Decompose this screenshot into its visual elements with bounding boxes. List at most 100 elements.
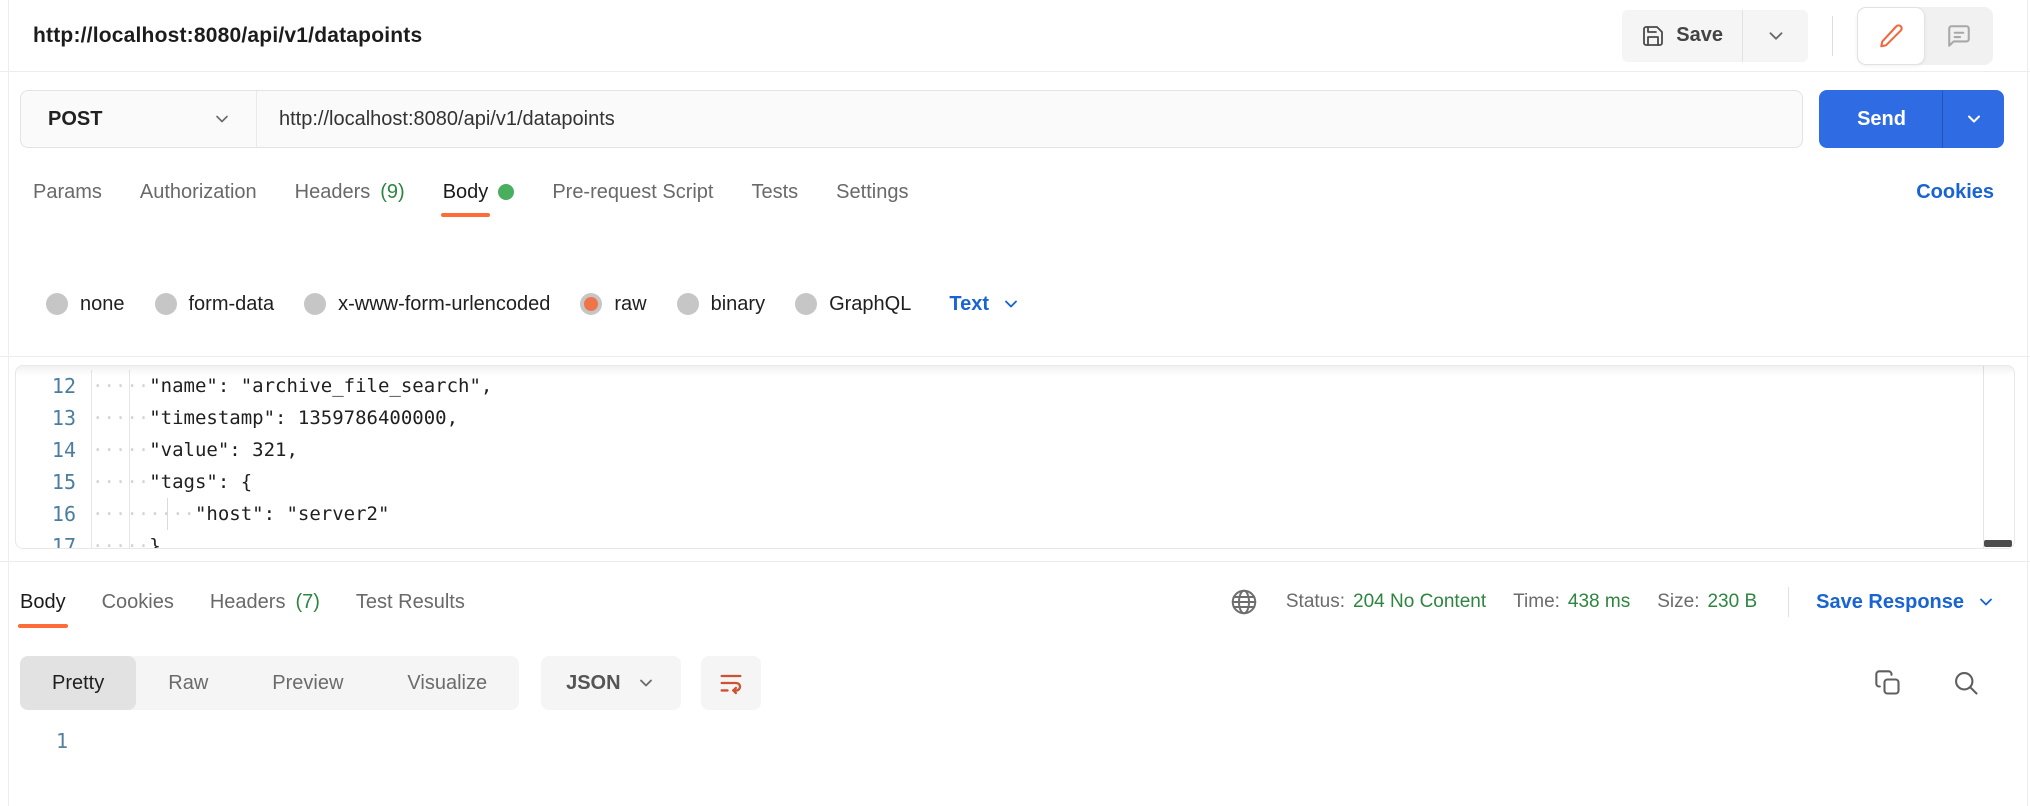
status-label: Status: xyxy=(1285,591,1346,612)
request-tabs: Params Authorization Headers (9) Body Pre… xyxy=(0,170,2030,217)
body-type-form-data[interactable]: form-data xyxy=(154,293,274,316)
response-body-editor[interactable]: 1 xyxy=(0,726,2030,756)
tab-body[interactable]: Body xyxy=(440,170,515,217)
search-response-button[interactable] xyxy=(1952,669,1980,697)
save-options-button[interactable] xyxy=(1742,9,1808,62)
response-line: 1 xyxy=(55,729,68,753)
send-label: Send xyxy=(1857,107,1906,130)
wrap-text-button[interactable] xyxy=(700,656,761,710)
indent-guide xyxy=(167,498,168,530)
status-value: 204 No Content xyxy=(1353,591,1487,612)
body-filled-dot xyxy=(498,184,515,200)
radio-icon xyxy=(676,293,699,315)
response-tab-cookies[interactable]: Cookies xyxy=(102,562,174,642)
save-label: Save xyxy=(1676,24,1723,46)
body-type-none[interactable]: none xyxy=(46,293,125,316)
editor-top-divider xyxy=(0,356,2030,357)
search-icon xyxy=(1952,669,1980,697)
send-button-group: Send xyxy=(1819,90,2004,148)
tab-pre-request-script[interactable]: Pre-request Script xyxy=(552,170,713,214)
save-icon xyxy=(1641,24,1665,48)
response-meta: Status: 204 No Content Time: 438 ms Size… xyxy=(1229,587,1996,617)
body-type-x-www-form-urlencoded[interactable]: x-www-form-urlencoded xyxy=(304,293,550,316)
view-raw-button[interactable]: Raw xyxy=(136,656,240,710)
response-headers-count-badge: (7) xyxy=(295,590,320,613)
body-type-raw[interactable]: raw xyxy=(580,293,647,316)
code-line: 17 ·····} xyxy=(51,534,161,549)
chevron-down-icon xyxy=(1976,592,1996,612)
api-client-request-panel: http://localhost:8080/api/v1/datapoints … xyxy=(0,0,2030,806)
size-field: Size: 230 B xyxy=(1657,591,1757,613)
status-field: Status: 204 No Content xyxy=(1286,591,1486,613)
response-tab-test-results[interactable]: Test Results xyxy=(356,562,465,642)
tab-tests[interactable]: Tests xyxy=(751,170,798,214)
method-label: POST xyxy=(48,107,103,130)
save-response-label: Save Response xyxy=(1816,590,1964,613)
radio-icon xyxy=(304,293,327,315)
indent-guide xyxy=(129,370,130,548)
request-url-row: POST Send xyxy=(20,90,2004,148)
edit-mode-button[interactable] xyxy=(1857,6,1925,65)
indent-guide xyxy=(91,370,92,548)
send-options-button[interactable] xyxy=(1942,90,2004,148)
code-line: 12 ····· "name": "archive_file_search", xyxy=(51,374,493,398)
request-body-editor[interactable]: 12 ····· "name": "archive_file_search", 13… xyxy=(15,365,2015,549)
view-pretty-button[interactable]: Pretty xyxy=(20,656,137,710)
tab-headers[interactable]: Headers (9) xyxy=(295,170,405,214)
header-actions: Save xyxy=(1622,6,1993,65)
chevron-down-icon xyxy=(1765,25,1787,47)
url-input[interactable] xyxy=(257,91,1803,147)
copy-icon xyxy=(1874,669,1902,697)
response-format-label: JSON xyxy=(566,671,621,694)
tab-authorization[interactable]: Authorization xyxy=(140,170,257,214)
tab-params[interactable]: Params xyxy=(33,170,102,214)
header-divider xyxy=(1832,15,1833,56)
body-type-graphql[interactable]: GraphQL xyxy=(795,293,911,316)
send-button[interactable]: Send xyxy=(1819,90,1942,148)
radio-selected-icon xyxy=(580,293,603,315)
view-preview-button[interactable]: Preview xyxy=(240,656,375,710)
code-line: 15 ····· "tags": { xyxy=(51,470,253,494)
chevron-down-icon xyxy=(1964,109,1984,129)
pencil-icon xyxy=(1878,23,1904,49)
comment-icon xyxy=(1946,23,1972,49)
code-line: 13 ····· "timestamp": 1359786400000, xyxy=(51,406,459,430)
raw-format-label: Text xyxy=(949,292,989,315)
response-view-toolbar: Pretty Raw Preview Visualize JSON xyxy=(20,656,1980,710)
editor-scrollbar-thumb[interactable] xyxy=(1984,540,2012,547)
radio-icon xyxy=(795,293,818,315)
url-bar: POST xyxy=(20,90,1804,148)
copy-response-button[interactable] xyxy=(1874,669,1902,697)
save-button[interactable]: Save xyxy=(1622,10,1742,62)
time-label: Time: xyxy=(1513,591,1560,612)
radio-icon xyxy=(46,293,68,315)
size-value: 230 B xyxy=(1707,591,1758,612)
response-format-select[interactable]: JSON xyxy=(541,656,681,710)
editor-scrollbar-track xyxy=(1983,366,1984,548)
body-type-selector: none form-data x-www-form-urlencoded raw… xyxy=(0,284,2030,324)
response-view-segmented: Pretty Raw Preview Visualize xyxy=(20,656,520,710)
request-header: http://localhost:8080/api/v1/datapoints … xyxy=(0,0,2030,72)
time-value: 438 ms xyxy=(1567,591,1631,612)
radio-icon xyxy=(154,293,177,315)
response-tab-headers[interactable]: Headers (7) xyxy=(210,562,320,642)
edit-comment-toggle xyxy=(1857,6,1993,65)
chevron-down-icon xyxy=(1001,294,1021,314)
code-line: 14 ····· "value": 321, xyxy=(51,438,298,462)
tab-settings[interactable]: Settings xyxy=(836,170,908,214)
headers-count-badge: (9) xyxy=(380,180,405,203)
panel-left-border xyxy=(8,0,9,806)
method-select[interactable]: POST xyxy=(21,91,257,147)
save-response-button[interactable]: Save Response xyxy=(1816,591,1996,614)
size-label: Size: xyxy=(1657,591,1700,612)
raw-format-select[interactable]: Text xyxy=(949,293,1021,316)
globe-icon xyxy=(1229,587,1259,617)
response-tab-body[interactable]: Body xyxy=(18,562,68,642)
save-button-group: Save xyxy=(1622,9,1808,62)
view-visualize-button[interactable]: Visualize xyxy=(375,656,519,710)
request-title: http://localhost:8080/api/v1/datapoints xyxy=(33,23,423,47)
wrap-text-icon xyxy=(717,669,745,697)
body-type-binary[interactable]: binary xyxy=(676,293,765,316)
comments-button[interactable] xyxy=(1925,7,1993,65)
cookies-link[interactable]: Cookies xyxy=(1916,181,1994,204)
